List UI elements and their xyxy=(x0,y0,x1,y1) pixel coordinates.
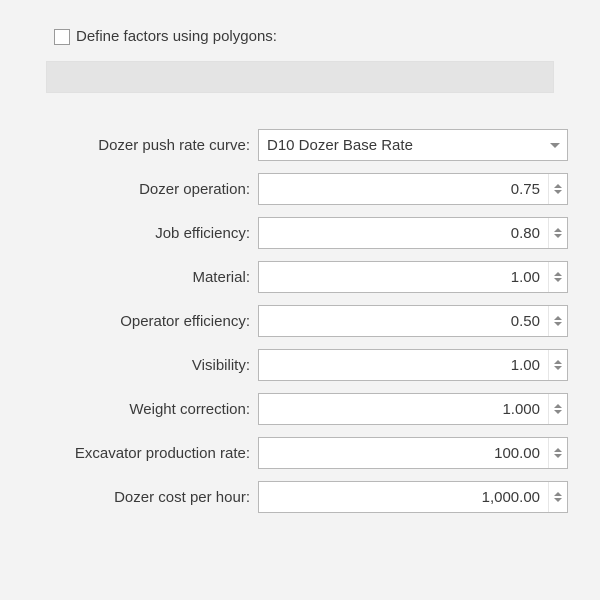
dozer-cost-value: 1,000.00 xyxy=(259,489,548,506)
job-efficiency-value: 0.80 xyxy=(259,225,548,242)
weight-correction-spinner[interactable] xyxy=(548,394,567,424)
push-rate-label: Dozer push rate curve: xyxy=(28,137,258,154)
job-efficiency-label: Job efficiency: xyxy=(28,225,258,242)
weight-correction-label: Weight correction: xyxy=(28,401,258,418)
chevron-up-icon xyxy=(554,184,562,188)
visibility-input[interactable]: 1.00 xyxy=(258,349,568,381)
chevron-down-icon xyxy=(554,410,562,414)
dozer-operation-label: Dozer operation: xyxy=(28,181,258,198)
chevron-up-icon xyxy=(554,492,562,496)
define-factors-checkbox[interactable] xyxy=(54,29,70,45)
job-efficiency-spinner[interactable] xyxy=(548,218,567,248)
job-efficiency-input[interactable]: 0.80 xyxy=(258,217,568,249)
push-rate-dropdown[interactable]: D10 Dozer Base Rate xyxy=(258,129,568,161)
factors-form: Dozer push rate curve: D10 Dozer Base Ra… xyxy=(28,129,572,513)
chevron-down-icon xyxy=(554,366,562,370)
operator-efficiency-input[interactable]: 0.50 xyxy=(258,305,568,337)
chevron-down-icon xyxy=(543,130,567,160)
dozer-operation-spinner[interactable] xyxy=(548,174,567,204)
dozer-cost-spinner[interactable] xyxy=(548,482,567,512)
chevron-down-icon xyxy=(554,498,562,502)
material-input[interactable]: 1.00 xyxy=(258,261,568,293)
visibility-value: 1.00 xyxy=(259,357,548,374)
operator-efficiency-spinner[interactable] xyxy=(548,306,567,336)
dozer-cost-input[interactable]: 1,000.00 xyxy=(258,481,568,513)
material-spinner[interactable] xyxy=(548,262,567,292)
polygon-placeholder-bar xyxy=(46,61,554,93)
factors-panel: Define factors using polygons: Dozer pus… xyxy=(0,0,600,541)
excavator-rate-value: 100.00 xyxy=(259,445,548,462)
weight-correction-value: 1.000 xyxy=(259,401,548,418)
operator-efficiency-label: Operator efficiency: xyxy=(28,313,258,330)
dozer-operation-input[interactable]: 0.75 xyxy=(258,173,568,205)
weight-correction-input[interactable]: 1.000 xyxy=(258,393,568,425)
excavator-rate-spinner[interactable] xyxy=(548,438,567,468)
push-rate-value: D10 Dozer Base Rate xyxy=(259,137,543,154)
visibility-label: Visibility: xyxy=(28,357,258,374)
chevron-down-icon xyxy=(554,234,562,238)
chevron-down-icon xyxy=(554,322,562,326)
dozer-cost-label: Dozer cost per hour: xyxy=(28,489,258,506)
chevron-up-icon xyxy=(554,228,562,232)
define-factors-label: Define factors using polygons: xyxy=(76,28,277,45)
excavator-rate-label: Excavator production rate: xyxy=(28,445,258,462)
dozer-operation-value: 0.75 xyxy=(259,181,548,198)
visibility-spinner[interactable] xyxy=(548,350,567,380)
operator-efficiency-value: 0.50 xyxy=(259,313,548,330)
chevron-down-icon xyxy=(554,278,562,282)
define-factors-row: Define factors using polygons: xyxy=(54,28,572,45)
material-value: 1.00 xyxy=(259,269,548,286)
excavator-rate-input[interactable]: 100.00 xyxy=(258,437,568,469)
chevron-up-icon xyxy=(554,316,562,320)
chevron-up-icon xyxy=(554,272,562,276)
chevron-up-icon xyxy=(554,360,562,364)
material-label: Material: xyxy=(28,269,258,286)
chevron-down-icon xyxy=(554,454,562,458)
chevron-up-icon xyxy=(554,448,562,452)
chevron-up-icon xyxy=(554,404,562,408)
chevron-down-icon xyxy=(554,190,562,194)
